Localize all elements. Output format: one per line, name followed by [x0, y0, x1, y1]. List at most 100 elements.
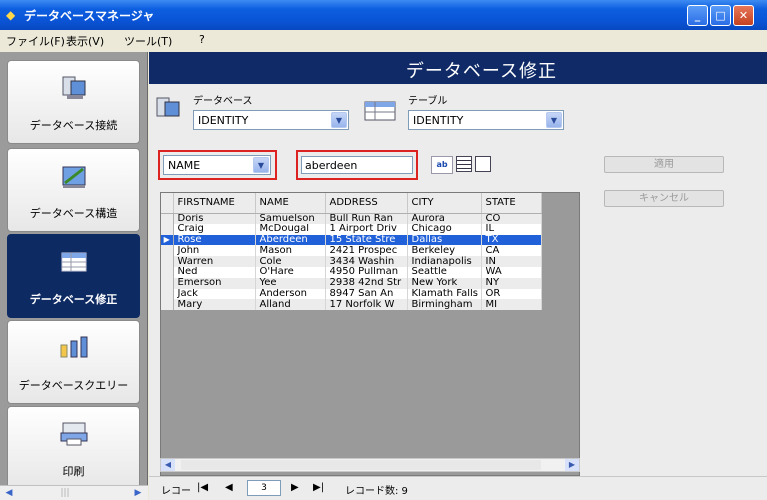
prev-record-icon[interactable]: ◀ — [225, 482, 233, 493]
table-select[interactable]: IDENTITY ▼ — [408, 110, 564, 130]
form-view-icon[interactable] — [475, 156, 491, 172]
table-cell[interactable]: McDougal — [255, 223, 326, 235]
list-view-icon[interactable] — [456, 156, 472, 172]
table-cell[interactable]: Emerson — [173, 277, 256, 289]
column-header-address[interactable]: ADDRESS — [325, 193, 408, 214]
table-cell[interactable]: IN — [481, 256, 542, 267]
table-cell[interactable]: CA — [481, 245, 542, 257]
column-header-firstname[interactable]: FIRSTNAME — [173, 193, 256, 214]
table-cell[interactable]: Indianapolis — [407, 256, 482, 267]
current-row-icon[interactable]: ▶ — [161, 234, 174, 246]
nav-print[interactable]: 印刷 — [7, 406, 140, 490]
table-row[interactable]: Doris Samuelson Bull Run Ran Aurora CO — [161, 213, 542, 224]
table-cell[interactable]: Craig — [173, 223, 256, 235]
table-cell[interactable]: Rose — [173, 234, 256, 246]
first-record-icon[interactable]: |◀ — [197, 482, 208, 493]
table-cell[interactable]: MI — [481, 299, 542, 311]
sidebar-scrollbar[interactable]: ◀ ||| ▶ — [0, 485, 148, 500]
menu-help[interactable]: ? — [199, 33, 205, 46]
table-cell[interactable]: John — [173, 245, 256, 257]
title-bar[interactable]: ◆ データベースマネージャ _ □ ✕ — [0, 0, 767, 30]
table-cell[interactable]: 15 State Stre — [325, 234, 408, 246]
row-header[interactable] — [161, 213, 174, 224]
table-cell[interactable]: Alland — [255, 299, 326, 311]
column-header-city[interactable]: CITY — [407, 193, 482, 214]
table-cell[interactable]: Cole — [255, 256, 326, 267]
table-row[interactable]: John Mason 2421 Prospec Berkeley CA — [161, 245, 542, 257]
table-cell[interactable]: Yee — [255, 277, 326, 289]
table-row[interactable]: Jack Anderson 8947 San An Klamath Falls OR — [161, 288, 542, 300]
table-cell[interactable]: Aberdeen — [255, 234, 326, 246]
table-cell[interactable]: CO — [481, 213, 542, 224]
scroll-left-icon[interactable]: ◀ — [2, 487, 16, 500]
table-cell[interactable]: Samuelson — [255, 213, 326, 224]
table-cell[interactable]: IL — [481, 223, 542, 235]
chevron-down-icon[interactable]: ▼ — [331, 112, 347, 128]
table-cell[interactable]: Warren — [173, 256, 256, 267]
row-header[interactable] — [161, 245, 174, 257]
menu-file[interactable]: ファイル(F) — [6, 33, 65, 49]
table-cell[interactable]: 1 Airport Driv — [325, 223, 408, 235]
table-cell[interactable]: WA — [481, 266, 542, 278]
table-cell[interactable]: Dallas — [407, 234, 482, 246]
table-cell[interactable]: O'Hare — [255, 266, 326, 278]
filter-value-input[interactable]: aberdeen — [301, 156, 413, 174]
table-cell[interactable]: 4950 Pullman — [325, 266, 408, 278]
table-cell[interactable]: Seattle — [407, 266, 482, 278]
table-cell[interactable]: Ned — [173, 266, 256, 278]
table-cell[interactable]: 3434 Washin — [325, 256, 408, 267]
apply-button[interactable]: 適用 — [604, 156, 724, 173]
table-cell[interactable]: Mason — [255, 245, 326, 257]
nav-db-edit[interactable]: データベース修正 — [7, 234, 140, 318]
table-cell[interactable]: 8947 San An — [325, 288, 408, 300]
nav-db-connect[interactable]: データベース接続 — [7, 60, 140, 144]
cancel-button[interactable]: キャンセル — [604, 190, 724, 207]
row-header[interactable] — [161, 223, 174, 235]
last-record-icon[interactable]: ▶| — [313, 482, 324, 493]
table-cell[interactable]: TX — [481, 234, 542, 246]
chevron-down-icon[interactable]: ▼ — [253, 157, 269, 173]
row-header[interactable] — [161, 277, 174, 289]
minimize-button[interactable]: _ — [687, 5, 708, 26]
row-header[interactable] — [161, 288, 174, 300]
table-row[interactable]: ▶ Rose Aberdeen 15 State Stre Dallas TX — [161, 234, 542, 246]
nav-db-structure[interactable]: データベース構造 — [7, 148, 140, 232]
filter-field-select[interactable]: NAME ▼ — [163, 155, 271, 175]
row-header[interactable] — [161, 256, 174, 267]
row-header[interactable] — [161, 266, 174, 278]
table-cell[interactable]: Anderson — [255, 288, 326, 300]
record-number-input[interactable]: 3 — [247, 480, 281, 496]
table-cell[interactable]: Mary — [173, 299, 256, 311]
table-cell[interactable]: Berkeley — [407, 245, 482, 257]
menu-view[interactable]: 表示(V) — [66, 33, 104, 49]
scroll-right-icon[interactable]: ▶ — [131, 487, 145, 500]
menu-tools[interactable]: ツール(T) — [124, 33, 172, 49]
table-cell[interactable]: Bull Run Ran — [325, 213, 408, 224]
maximize-button[interactable]: □ — [710, 5, 731, 26]
scroll-thumb[interactable] — [181, 460, 541, 470]
table-row[interactable]: Mary Alland 17 Norfolk W Birmingham MI — [161, 299, 542, 311]
scroll-right-icon[interactable]: ▶ — [565, 459, 579, 471]
table-row[interactable]: Warren Cole 3434 Washin Indianapolis IN — [161, 256, 542, 267]
table-cell[interactable]: Klamath Falls — [407, 288, 482, 300]
table-cell[interactable]: 17 Norfolk W — [325, 299, 408, 311]
table-cell[interactable]: Jack — [173, 288, 256, 300]
column-header-state[interactable]: STATE — [481, 193, 542, 214]
grid-hscrollbar[interactable]: ◀ ▶ — [160, 458, 580, 472]
next-record-icon[interactable]: ▶ — [291, 482, 299, 493]
table-cell[interactable]: NY — [481, 277, 542, 289]
column-header-name[interactable]: NAME — [255, 193, 326, 214]
chevron-down-icon[interactable]: ▼ — [546, 112, 562, 128]
table-cell[interactable]: Aurora — [407, 213, 482, 224]
table-row[interactable]: Craig McDougal 1 Airport Driv Chicago IL — [161, 223, 542, 235]
scroll-left-icon[interactable]: ◀ — [161, 459, 175, 471]
database-select[interactable]: IDENTITY ▼ — [193, 110, 349, 130]
nav-db-query[interactable]: データベースクエリー — [7, 320, 140, 404]
table-row[interactable]: Emerson Yee 2938 42nd Str New York NY — [161, 277, 542, 289]
table-cell[interactable]: Chicago — [407, 223, 482, 235]
table-cell[interactable]: New York — [407, 277, 482, 289]
table-cell[interactable]: OR — [481, 288, 542, 300]
table-cell[interactable]: Doris — [173, 213, 256, 224]
table-cell[interactable]: 2938 42nd Str — [325, 277, 408, 289]
table-row[interactable]: Ned O'Hare 4950 Pullman Seattle WA — [161, 266, 542, 278]
